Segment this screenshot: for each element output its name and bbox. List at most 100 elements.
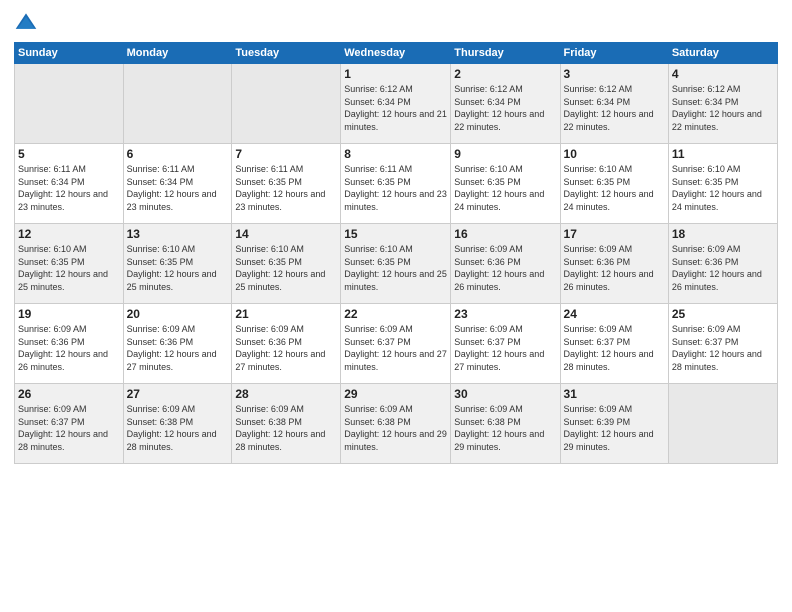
calendar-week-row: 12 Sunrise: 6:10 AMSunset: 6:35 PMDayligh… — [15, 224, 778, 304]
calendar-cell: 20 Sunrise: 6:09 AMSunset: 6:36 PMDayligh… — [123, 304, 232, 384]
day-number: 20 — [127, 307, 229, 321]
day-info: Sunrise: 6:09 AMSunset: 6:37 PMDaylight:… — [454, 323, 556, 373]
calendar-cell: 2Sunrise: 6:12 AMSunset: 6:34 PMDaylight… — [451, 64, 560, 144]
calendar-cell: 23 Sunrise: 6:09 AMSunset: 6:37 PMDayligh… — [451, 304, 560, 384]
calendar-cell — [668, 384, 777, 464]
day-info: Sunrise: 6:09 AMSunset: 6:37 PMDaylight:… — [564, 323, 665, 373]
day-info: Sunrise: 6:10 AMSunset: 6:35 PMDaylight:… — [564, 163, 665, 213]
day-info: Sunrise: 6:09 AMSunset: 6:38 PMDaylight:… — [344, 403, 447, 453]
weekday-header: Tuesday — [232, 43, 341, 64]
day-number: 14 — [235, 227, 337, 241]
page-header — [14, 10, 778, 34]
day-info: Sunrise: 6:10 AMSunset: 6:35 PMDaylight:… — [454, 163, 556, 213]
weekday-header: Wednesday — [341, 43, 451, 64]
calendar-cell: 28 Sunrise: 6:09 AMSunset: 6:38 PMDayligh… — [232, 384, 341, 464]
day-info: Sunrise: 6:11 AMSunset: 6:35 PMDaylight:… — [235, 163, 337, 213]
day-info: Sunrise: 6:12 AMSunset: 6:34 PMDaylight:… — [672, 83, 774, 133]
day-info: Sunrise: 6:10 AMSunset: 6:35 PMDaylight:… — [18, 243, 120, 293]
day-info: Sunrise: 6:09 AMSunset: 6:38 PMDaylight:… — [127, 403, 229, 453]
calendar-cell: 31 Sunrise: 6:09 AMSunset: 6:39 PMDayligh… — [560, 384, 668, 464]
calendar-cell: 5 Sunrise: 6:11 AMSunset: 6:34 PMDaylight… — [15, 144, 124, 224]
calendar-cell: 14 Sunrise: 6:10 AMSunset: 6:35 PMDayligh… — [232, 224, 341, 304]
day-info: Sunrise: 6:11 AMSunset: 6:34 PMDaylight:… — [127, 163, 229, 213]
day-info: Sunrise: 6:12 AMSunset: 6:34 PMDaylight:… — [564, 83, 665, 133]
day-number: 16 — [454, 227, 556, 241]
calendar-page: SundayMondayTuesdayWednesdayThursdayFrid… — [0, 0, 792, 612]
calendar-cell — [232, 64, 341, 144]
day-number: 8 — [344, 147, 447, 161]
day-info: Sunrise: 6:10 AMSunset: 6:35 PMDaylight:… — [235, 243, 337, 293]
day-number: 28 — [235, 387, 337, 401]
day-info: Sunrise: 6:09 AMSunset: 6:36 PMDaylight:… — [454, 243, 556, 293]
day-info: Sunrise: 6:09 AMSunset: 6:36 PMDaylight:… — [18, 323, 120, 373]
day-info: Sunrise: 6:09 AMSunset: 6:36 PMDaylight:… — [564, 243, 665, 293]
day-number: 12 — [18, 227, 120, 241]
calendar-cell — [15, 64, 124, 144]
calendar-cell: 6 Sunrise: 6:11 AMSunset: 6:34 PMDaylight… — [123, 144, 232, 224]
day-number: 24 — [564, 307, 665, 321]
day-info: Sunrise: 6:09 AMSunset: 6:38 PMDaylight:… — [235, 403, 337, 453]
day-number: 7 — [235, 147, 337, 161]
calendar-cell: 7 Sunrise: 6:11 AMSunset: 6:35 PMDaylight… — [232, 144, 341, 224]
day-number: 10 — [564, 147, 665, 161]
calendar-cell: 4 Sunrise: 6:12 AMSunset: 6:34 PMDaylight… — [668, 64, 777, 144]
day-info: Sunrise: 6:09 AMSunset: 6:36 PMDaylight:… — [672, 243, 774, 293]
calendar-cell: 30 Sunrise: 6:09 AMSunset: 6:38 PMDayligh… — [451, 384, 560, 464]
day-number: 27 — [127, 387, 229, 401]
weekday-header: Saturday — [668, 43, 777, 64]
calendar-week-row: 19Sunrise: 6:09 AMSunset: 6:36 PMDayligh… — [15, 304, 778, 384]
calendar-cell: 27 Sunrise: 6:09 AMSunset: 6:38 PMDayligh… — [123, 384, 232, 464]
day-info: Sunrise: 6:09 AMSunset: 6:37 PMDaylight:… — [672, 323, 774, 373]
day-number: 5 — [18, 147, 120, 161]
day-number: 18 — [672, 227, 774, 241]
day-number: 22 — [344, 307, 447, 321]
logo-icon — [14, 10, 38, 34]
calendar-cell: 3 Sunrise: 6:12 AMSunset: 6:34 PMDaylight… — [560, 64, 668, 144]
calendar-cell: 16 Sunrise: 6:09 AMSunset: 6:36 PMDayligh… — [451, 224, 560, 304]
day-info: Sunrise: 6:09 AMSunset: 6:36 PMDaylight:… — [235, 323, 337, 373]
day-info: Sunrise: 6:09 AMSunset: 6:36 PMDaylight:… — [127, 323, 229, 373]
calendar-cell: 18 Sunrise: 6:09 AMSunset: 6:36 PMDayligh… — [668, 224, 777, 304]
calendar-cell: 26 Sunrise: 6:09 AMSunset: 6:37 PMDayligh… — [15, 384, 124, 464]
day-number: 26 — [18, 387, 120, 401]
calendar-cell: 9Sunrise: 6:10 AMSunset: 6:35 PMDaylight… — [451, 144, 560, 224]
calendar-cell: 24 Sunrise: 6:09 AMSunset: 6:37 PMDayligh… — [560, 304, 668, 384]
day-info: Sunrise: 6:11 AMSunset: 6:34 PMDaylight:… — [18, 163, 120, 213]
day-number: 30 — [454, 387, 556, 401]
day-info: Sunrise: 6:10 AMSunset: 6:35 PMDaylight:… — [344, 243, 447, 293]
day-number: 21 — [235, 307, 337, 321]
day-info: Sunrise: 6:09 AMSunset: 6:38 PMDaylight:… — [454, 403, 556, 453]
day-info: Sunrise: 6:09 AMSunset: 6:37 PMDaylight:… — [18, 403, 120, 453]
day-number: 23 — [454, 307, 556, 321]
day-info: Sunrise: 6:11 AMSunset: 6:35 PMDaylight:… — [344, 163, 447, 213]
calendar-cell: 13Sunrise: 6:10 AMSunset: 6:35 PMDayligh… — [123, 224, 232, 304]
calendar-week-row: 5 Sunrise: 6:11 AMSunset: 6:34 PMDaylight… — [15, 144, 778, 224]
day-number: 25 — [672, 307, 774, 321]
calendar-cell: 19Sunrise: 6:09 AMSunset: 6:36 PMDayligh… — [15, 304, 124, 384]
calendar-cell: 12 Sunrise: 6:10 AMSunset: 6:35 PMDayligh… — [15, 224, 124, 304]
day-number: 17 — [564, 227, 665, 241]
logo — [14, 10, 42, 34]
weekday-header: Friday — [560, 43, 668, 64]
day-info: Sunrise: 6:09 AMSunset: 6:37 PMDaylight:… — [344, 323, 447, 373]
day-number: 4 — [672, 67, 774, 81]
day-info: Sunrise: 6:12 AMSunset: 6:34 PMDaylight:… — [454, 83, 556, 133]
day-number: 15 — [344, 227, 447, 241]
calendar-cell: 8 Sunrise: 6:11 AMSunset: 6:35 PMDaylight… — [341, 144, 451, 224]
day-number: 29 — [344, 387, 447, 401]
weekday-header: Thursday — [451, 43, 560, 64]
calendar-cell — [123, 64, 232, 144]
weekday-header-row: SundayMondayTuesdayWednesdayThursdayFrid… — [15, 43, 778, 64]
calendar-cell: 21 Sunrise: 6:09 AMSunset: 6:36 PMDayligh… — [232, 304, 341, 384]
day-info: Sunrise: 6:12 AMSunset: 6:34 PMDaylight:… — [344, 83, 447, 133]
calendar-table: SundayMondayTuesdayWednesdayThursdayFrid… — [14, 42, 778, 464]
calendar-cell: 22 Sunrise: 6:09 AMSunset: 6:37 PMDayligh… — [341, 304, 451, 384]
weekday-header: Monday — [123, 43, 232, 64]
day-info: Sunrise: 6:09 AMSunset: 6:39 PMDaylight:… — [564, 403, 665, 453]
weekday-header: Sunday — [15, 43, 124, 64]
day-number: 31 — [564, 387, 665, 401]
day-number: 6 — [127, 147, 229, 161]
day-number: 13 — [127, 227, 229, 241]
calendar-cell: 29 Sunrise: 6:09 AMSunset: 6:38 PMDayligh… — [341, 384, 451, 464]
day-number: 3 — [564, 67, 665, 81]
